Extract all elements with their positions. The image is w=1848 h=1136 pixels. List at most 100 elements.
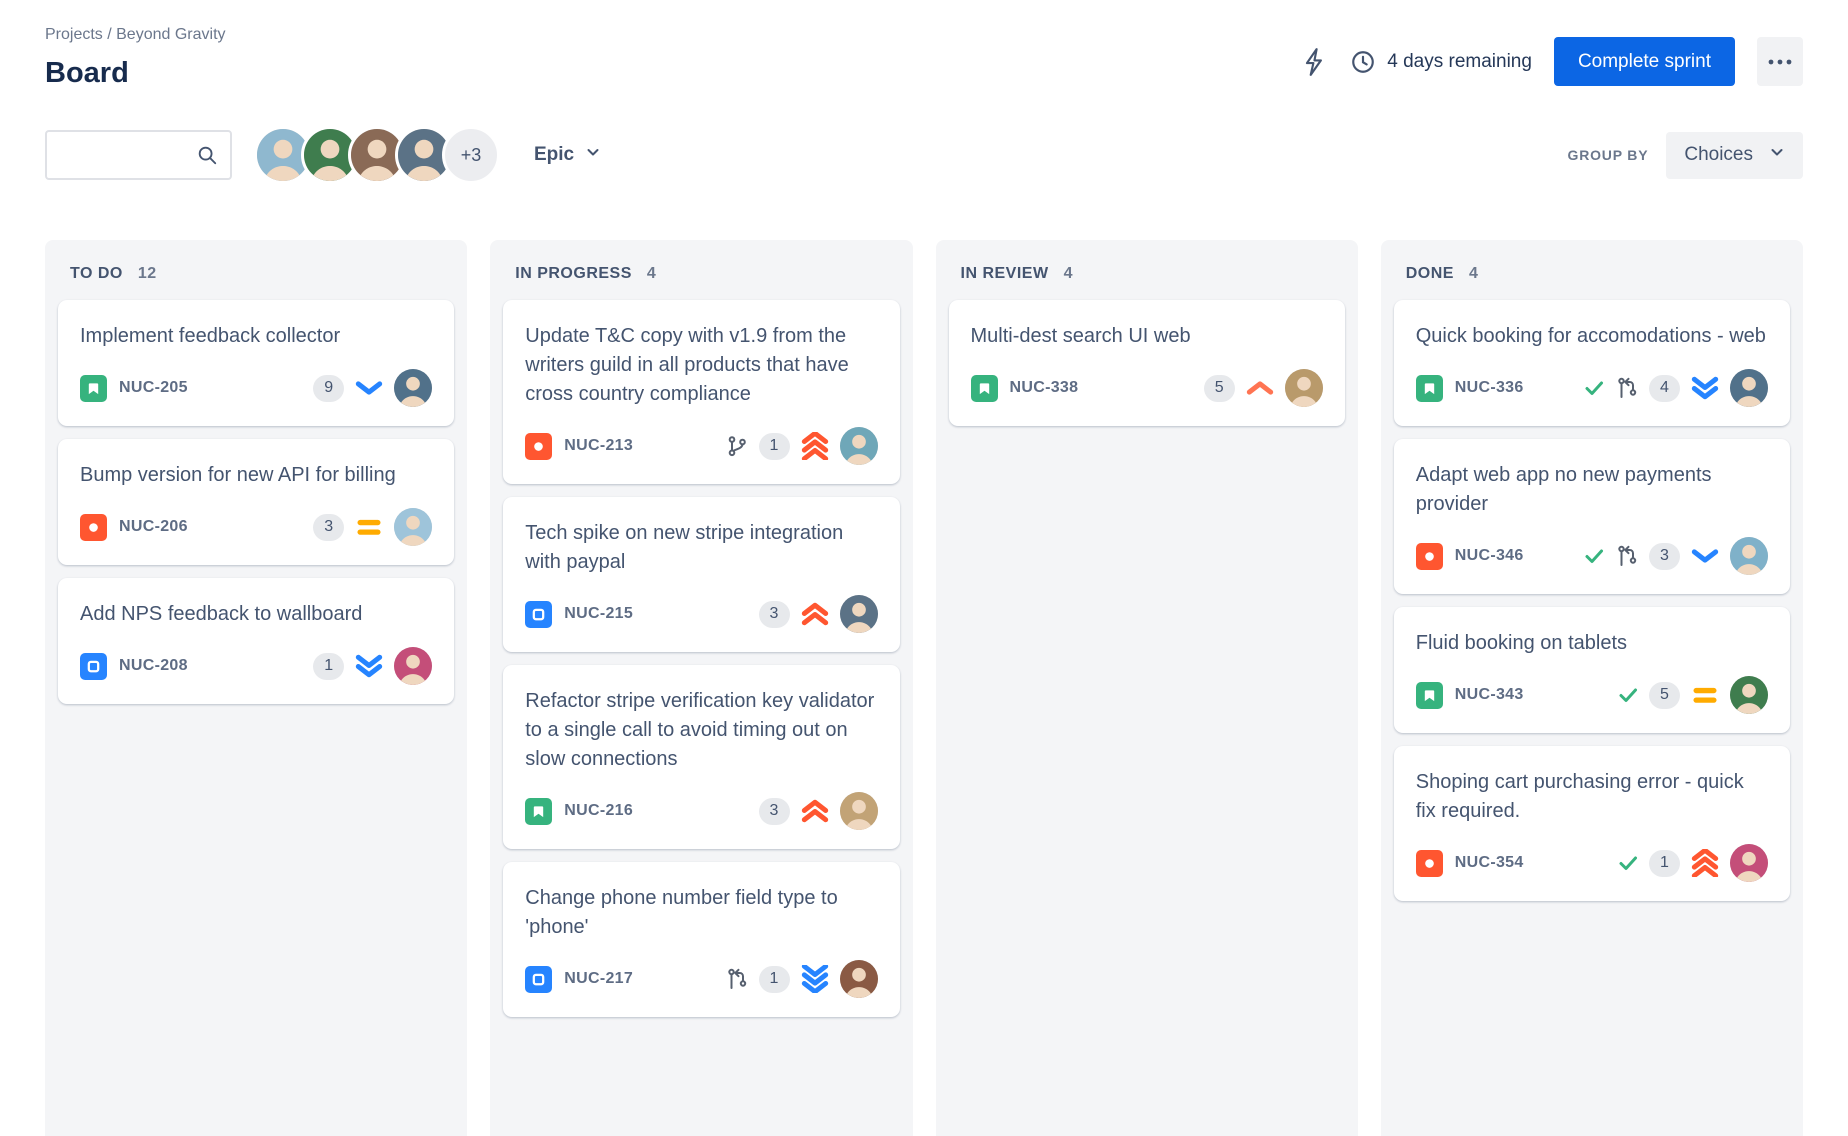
column-header: TO DO 12	[58, 240, 454, 300]
card-meta: 3	[313, 508, 433, 546]
card-title: Adapt web app no new payments provider	[1415, 464, 1712, 515]
estimate-badge: 1	[1649, 849, 1680, 877]
issue-card[interactable]: Adapt web app no new payments provider N…	[1393, 439, 1790, 594]
column-count: 4	[1468, 265, 1479, 282]
issue-card[interactable]: Multi-dest search UI web NUC-338 5	[948, 300, 1345, 426]
issue-card[interactable]: Change phone number field type to 'phone…	[503, 862, 900, 1017]
page-title: Board	[45, 57, 129, 89]
card-footer: NUC-336 4	[1415, 369, 1768, 407]
column-header: IN REVIEW 4	[949, 240, 1345, 300]
priority-higher-icon	[800, 797, 830, 825]
check-icon	[1583, 377, 1605, 399]
top-bar: Projects / Beyond Gravity Board 4 days r…	[45, 26, 1803, 90]
card-key: NUC-217	[564, 970, 634, 987]
estimate-badge: 3	[758, 797, 790, 825]
assignee-avatar	[839, 427, 878, 465]
board-column: DONE 4 Quick booking for accomodations -…	[1380, 240, 1803, 1136]
card-key: NUC-208	[119, 657, 188, 674]
estimate-badge: 3	[313, 513, 345, 541]
sprint-timer: 4 days remaining	[1350, 49, 1532, 75]
card-title: Shoping cart purchasing error - quick fi…	[1415, 771, 1744, 822]
card-footer: NUC-205 9	[80, 369, 433, 407]
assignee-avatar	[1730, 844, 1768, 882]
card-footer: NUC-338 5	[970, 369, 1323, 407]
issue-card[interactable]: Refactor stripe verification key validat…	[503, 665, 900, 849]
card-key: NUC-336	[1454, 379, 1524, 396]
task-icon	[525, 965, 553, 993]
estimate-badge: 1	[758, 432, 790, 460]
branch-icon	[725, 434, 749, 458]
story-icon	[1415, 374, 1443, 402]
issue-card[interactable]: Bump version for new API for billing NUC…	[58, 439, 455, 565]
estimate-badge: 3	[758, 600, 790, 628]
issue-card[interactable]: Fluid booking on tablets NUC-343 5	[1393, 607, 1790, 733]
card-meta: 3	[758, 595, 878, 633]
check-icon	[1617, 684, 1639, 706]
epic-filter-label: Epic	[534, 144, 575, 165]
card-title: Multi-dest search UI web	[970, 325, 1191, 347]
search-icon	[196, 144, 218, 166]
priority-higher-icon	[800, 600, 830, 628]
assignee-avatar	[839, 595, 878, 633]
bug-icon	[525, 432, 553, 460]
board-column: TO DO 12 Implement feedback collector NU…	[45, 240, 468, 1136]
issue-card[interactable]: Update T&C copy with v1.9 from the write…	[503, 300, 900, 484]
task-icon	[80, 652, 107, 680]
board-column: IN REVIEW 4 Multi-dest search UI web NUC…	[935, 240, 1358, 1136]
lightning-icon[interactable]	[1302, 47, 1328, 77]
card-list: Quick booking for accomodations - web NU…	[1393, 300, 1790, 901]
assignee-avatar	[1730, 369, 1768, 407]
group-by-value: Choices	[1684, 144, 1753, 165]
card-key: NUC-346	[1454, 547, 1524, 564]
card-title: Quick booking for accomodations - web	[1415, 325, 1766, 347]
priority-highest-icon	[800, 432, 830, 460]
card-title: Update T&C copy with v1.9 from the write…	[525, 325, 849, 405]
pull-request-icon	[1615, 376, 1639, 400]
card-meta: 3	[1583, 537, 1768, 575]
column-title: IN REVIEW	[960, 265, 1049, 282]
assignee-avatar	[839, 792, 878, 830]
card-footer: NUC-208 1	[80, 647, 433, 685]
column-title: IN PROGRESS	[515, 265, 632, 282]
more-button[interactable]	[1757, 37, 1803, 86]
card-meta: 5	[1617, 676, 1768, 714]
group-by-select[interactable]: Choices	[1666, 131, 1803, 179]
column-header: DONE 4	[1394, 240, 1790, 300]
priority-low-icon	[354, 374, 384, 402]
card-title: Refactor stripe verification key validat…	[525, 690, 875, 770]
clock-icon	[1350, 49, 1376, 75]
card-footer: NUC-206 3	[80, 508, 433, 546]
issue-card[interactable]: Implement feedback collector NUC-205 9	[58, 300, 455, 426]
card-footer: NUC-354 1	[1415, 844, 1768, 882]
card-meta: 1	[725, 960, 878, 998]
priority-medium-icon	[1690, 681, 1720, 709]
issue-card[interactable]: Quick booking for accomodations - web NU…	[1393, 300, 1790, 426]
complete-sprint-button[interactable]: Complete sprint	[1553, 37, 1735, 86]
pull-request-icon	[725, 967, 749, 991]
priority-highest-icon	[1690, 849, 1720, 877]
avatar-overflow-chip[interactable]: +3	[442, 126, 500, 184]
check-icon	[1617, 852, 1639, 874]
breadcrumb[interactable]: Projects / Beyond Gravity	[45, 26, 226, 44]
priority-low-icon	[1690, 542, 1720, 570]
card-title: Bump version for new API for billing	[80, 464, 396, 486]
chevron-down-icon	[585, 144, 601, 166]
board-page: Projects / Beyond Gravity Board 4 days r…	[0, 0, 1848, 1136]
card-list: Multi-dest search UI web NUC-338 5	[948, 300, 1345, 426]
issue-card[interactable]: Shoping cart purchasing error - quick fi…	[1393, 746, 1790, 901]
search-input[interactable]	[47, 132, 196, 178]
estimate-badge: 1	[313, 652, 345, 680]
column-count: 4	[1063, 265, 1073, 282]
estimate-badge: 9	[313, 374, 345, 402]
epic-filter-dropdown[interactable]: Epic	[534, 144, 601, 166]
card-key: NUC-343	[1454, 686, 1524, 703]
card-list: Implement feedback collector NUC-205 9 B…	[58, 300, 455, 704]
controls-right: GROUP BY Choices	[1568, 131, 1803, 179]
issue-card[interactable]: Tech spike on new stripe integration wit…	[503, 497, 900, 652]
controls-left: +3 Epic	[45, 126, 601, 184]
issue-card[interactable]: Add NPS feedback to wallboard NUC-208 1	[58, 578, 455, 704]
assignee-avatar	[839, 960, 878, 998]
title-block: Projects / Beyond Gravity Board	[45, 26, 226, 90]
card-footer: NUC-216 3	[525, 792, 878, 830]
card-key: NUC-205	[119, 379, 188, 396]
